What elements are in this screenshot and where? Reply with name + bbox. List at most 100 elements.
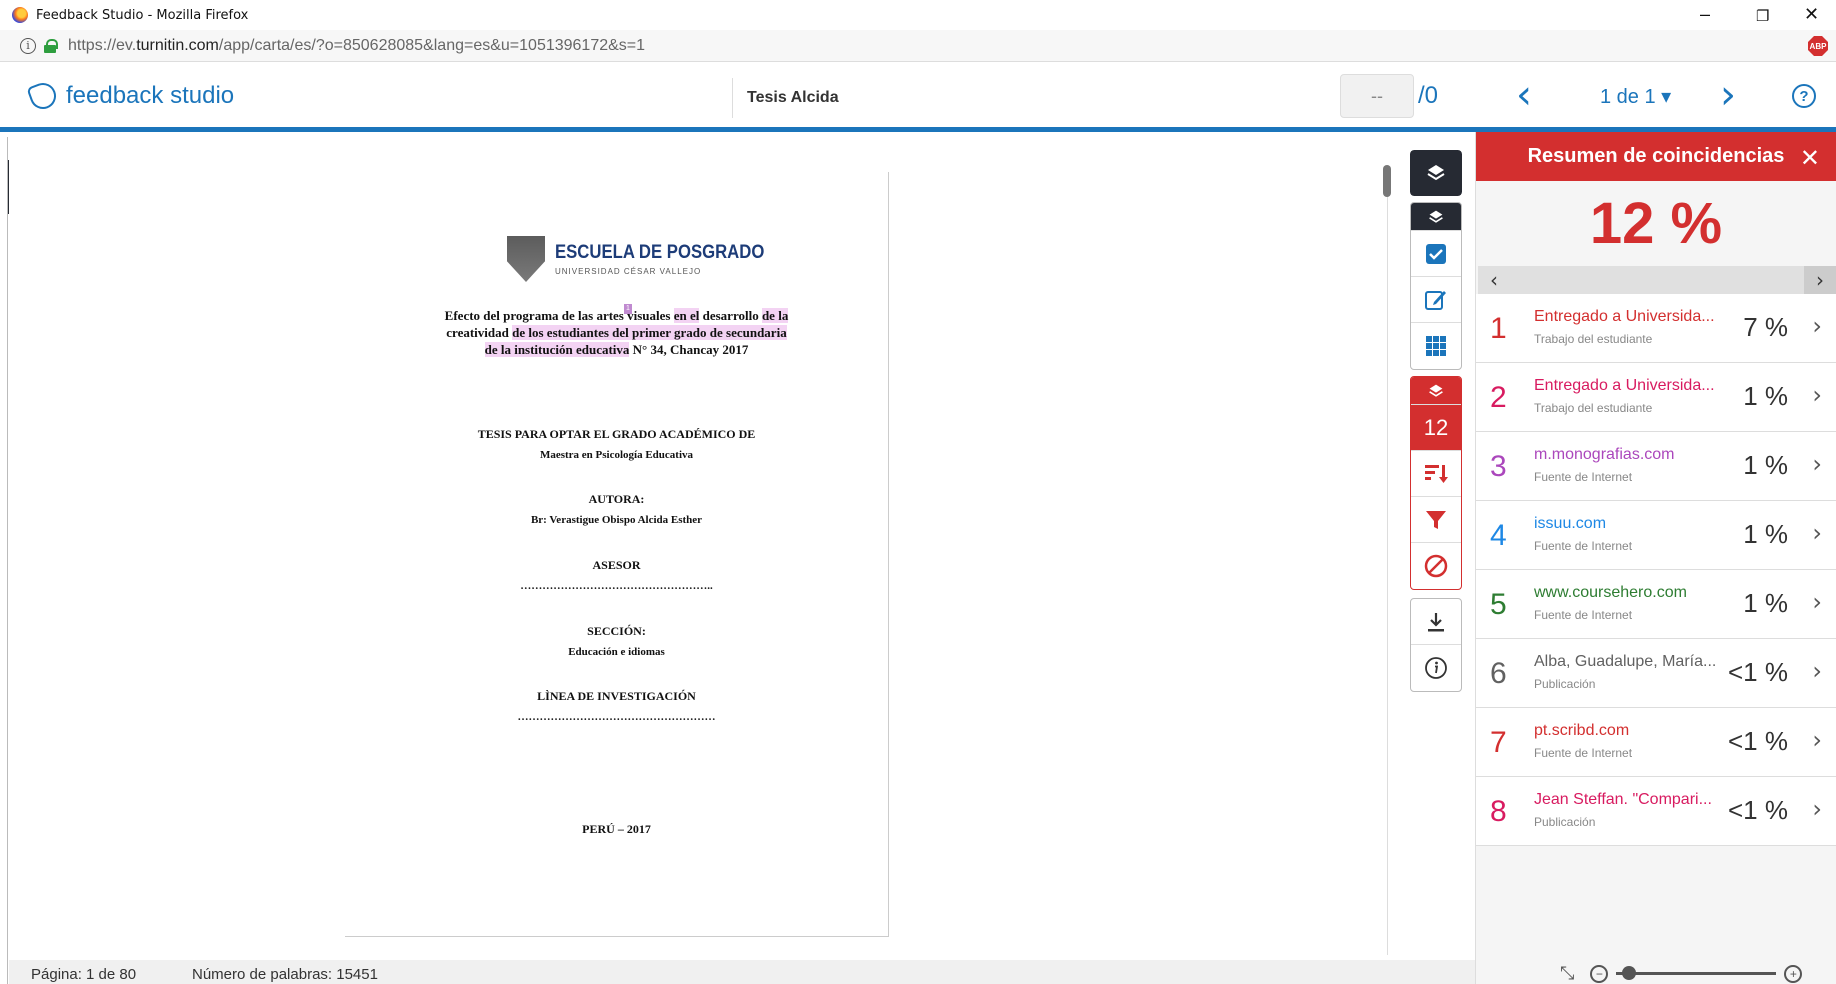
page-count: Página: 1 de 80: [31, 966, 137, 983]
address-bar[interactable]: i https://ev.turnitin.com/app/carta/es/?…: [0, 30, 1836, 62]
research-line-label: LÌNEA DE INVESTIGACIÓN: [537, 689, 696, 703]
feedback-studio-logo-icon: [26, 79, 60, 113]
chevron-right-icon[interactable]: ›: [1812, 381, 1822, 409]
firefox-icon: [12, 7, 28, 23]
lock-icon: [44, 38, 58, 53]
grade-input[interactable]: --: [1340, 74, 1414, 118]
download-button[interactable]: [1411, 599, 1461, 645]
chevron-right-icon[interactable]: ›: [1812, 312, 1822, 340]
close-icon[interactable]: ✕: [1800, 144, 1820, 172]
checkbox-icon: [1426, 243, 1446, 264]
close-window-button[interactable]: ✕: [1804, 4, 1819, 25]
expand-icon[interactable]: ⤡: [1560, 963, 1574, 984]
url-text[interactable]: https://ev.turnitin.com/app/carta/es/?o=…: [68, 37, 645, 55]
zoom-in-button[interactable]: +: [1784, 964, 1803, 983]
chevron-right-icon[interactable]: ›: [1812, 726, 1822, 754]
panel-title: Resumen de coincidencias: [1527, 145, 1785, 167]
match-percent: <1 %: [1728, 726, 1788, 756]
zoom-slider[interactable]: [1616, 966, 1777, 980]
prohibited-icon: [1424, 554, 1448, 578]
adblock-icon[interactable]: ABP: [1808, 36, 1828, 56]
thesis-title-line-2: creatividad de los estudiantes del prime…: [446, 325, 787, 340]
match-source-type: Fuente de Internet: [1534, 539, 1633, 553]
match-source[interactable]: www.coursehero.com: [1534, 584, 1718, 602]
chevron-right-icon[interactable]: ›: [1812, 588, 1822, 616]
restore-button[interactable]: ❐: [1756, 7, 1769, 25]
pager-next-button[interactable]: ›: [1804, 266, 1836, 294]
place-year: PERÚ – 2017: [582, 822, 651, 836]
highlight[interactable]: de la: [761, 308, 789, 323]
layers-button[interactable]: [1410, 150, 1462, 196]
help-icon[interactable]: ?: [1792, 84, 1816, 108]
match-number: 4: [1490, 519, 1507, 552]
match-overview-panel: Resumen de coincidencias ✕ 12 % ‹ › 1 Ent…: [1475, 132, 1836, 984]
similarity-layer-toggle[interactable]: [1411, 377, 1461, 405]
scrollbar-track[interactable]: [1387, 165, 1388, 955]
paper-selector[interactable]: 1 de 1 ▾: [1600, 84, 1671, 109]
match-row[interactable]: 8 Jean Steffan. "Compari... Publicación <1 …: [1476, 777, 1836, 846]
match-source-type: Fuente de Internet: [1534, 470, 1633, 484]
scrollbar-thumb[interactable]: [1383, 165, 1391, 197]
crest-subtitle: UNIVERSIDAD CÉSAR VALLEJO: [555, 267, 702, 276]
advisor-label: ASESOR: [592, 558, 641, 572]
crest-title: ESCUELA DE POSGRADO: [555, 242, 765, 263]
highlight[interactable]: en el: [673, 308, 700, 323]
document-viewer[interactable]: ESCUELA DE POSGRADO UNIVERSIDAD CÉSAR VA…: [9, 137, 1475, 960]
match-percent: 7 %: [1743, 312, 1788, 342]
panel-header: Resumen de coincidencias ✕: [1476, 132, 1836, 181]
zoom-slider-knob[interactable]: [1622, 966, 1637, 980]
highlight[interactable]: de la institución educativa: [484, 342, 630, 357]
document-page: ESCUELA DE POSGRADO UNIVERSIDAD CÉSAR VA…: [345, 172, 889, 937]
match-overview-button[interactable]: 12: [1411, 405, 1461, 451]
match-source[interactable]: Jean Steffan. "Compari...: [1534, 791, 1718, 809]
comment-tool[interactable]: [1411, 277, 1461, 323]
window-title: Feedback Studio - Mozilla Firefox: [36, 7, 249, 23]
match-row[interactable]: 3 m.monografias.com Fuente de Internet 1 % ›: [1476, 432, 1836, 501]
checkbox-tool[interactable]: [1411, 231, 1461, 277]
paper-info-button[interactable]: [1411, 645, 1461, 691]
match-source-type: Publicación: [1534, 815, 1596, 829]
feedback-studio-logo[interactable]: feedback studio: [26, 79, 235, 113]
chevron-right-icon[interactable]: ›: [1812, 657, 1822, 685]
highlight[interactable]: de los estudiantes del primer grado de s…: [512, 325, 787, 340]
chevron-right-icon[interactable]: ›: [1812, 450, 1822, 478]
match-row[interactable]: 6 Alba, Guadalupe, María... Publicación <1 …: [1476, 639, 1836, 708]
zoom-controls: ⤡ − +: [1560, 963, 1836, 984]
match-source[interactable]: Entregado a Universida...: [1534, 308, 1718, 326]
info-icon[interactable]: i: [20, 37, 36, 54]
layers-icon: [1429, 384, 1443, 397]
match-row[interactable]: 7 pt.scribd.com Fuente de Internet <1 % ›: [1476, 708, 1836, 777]
match-row[interactable]: 1 Entregado a Universida... Trabajo del es…: [1476, 294, 1836, 363]
previous-paper-button[interactable]: ‹: [1516, 72, 1532, 118]
minimize-button[interactable]: –: [1700, 4, 1710, 25]
match-row[interactable]: 5 www.coursehero.com Fuente de Internet 1 %…: [1476, 570, 1836, 639]
filter-button[interactable]: [1411, 497, 1461, 543]
next-paper-button[interactable]: ›: [1720, 72, 1736, 118]
logo-text: feedback studio: [66, 82, 235, 109]
rubric-tool[interactable]: [1411, 323, 1461, 369]
match-source[interactable]: Entregado a Universida...: [1534, 377, 1718, 395]
match-source[interactable]: issuu.com: [1534, 515, 1718, 533]
grading-layer-toggle[interactable]: [1411, 203, 1461, 231]
pager-prev-button[interactable]: ‹: [1478, 268, 1510, 292]
filter-icon: [1426, 510, 1446, 529]
match-source[interactable]: pt.scribd.com: [1534, 722, 1718, 740]
chevron-right-icon[interactable]: ›: [1812, 519, 1822, 547]
match-source[interactable]: Alba, Guadalupe, María...: [1534, 653, 1718, 671]
thesis-title-line-3: de la institución educativa N° 34, Chanc…: [484, 342, 749, 357]
tool-column: 12: [1410, 150, 1462, 698]
match-row[interactable]: 4 issuu.com Fuente de Internet 1 % ›: [1476, 501, 1836, 570]
advisor-dots: ……………………………………………..: [520, 580, 713, 592]
match-number: 6: [1490, 657, 1507, 690]
match-source[interactable]: m.monografias.com: [1534, 446, 1718, 464]
match-row[interactable]: 2 Entregado a Universida... Trabajo del es…: [1476, 363, 1836, 432]
chevron-right-icon[interactable]: ›: [1812, 795, 1822, 823]
similarity-total: 12 %: [1589, 191, 1723, 256]
exclude-sources-button[interactable]: [1411, 543, 1461, 589]
zoom-out-button[interactable]: −: [1590, 964, 1609, 983]
sort-icon: [1425, 464, 1448, 483]
match-number: 7: [1490, 726, 1507, 759]
info-circle-icon: [1425, 657, 1447, 679]
grid-icon: [1426, 336, 1446, 356]
all-sources-button[interactable]: [1411, 451, 1461, 497]
